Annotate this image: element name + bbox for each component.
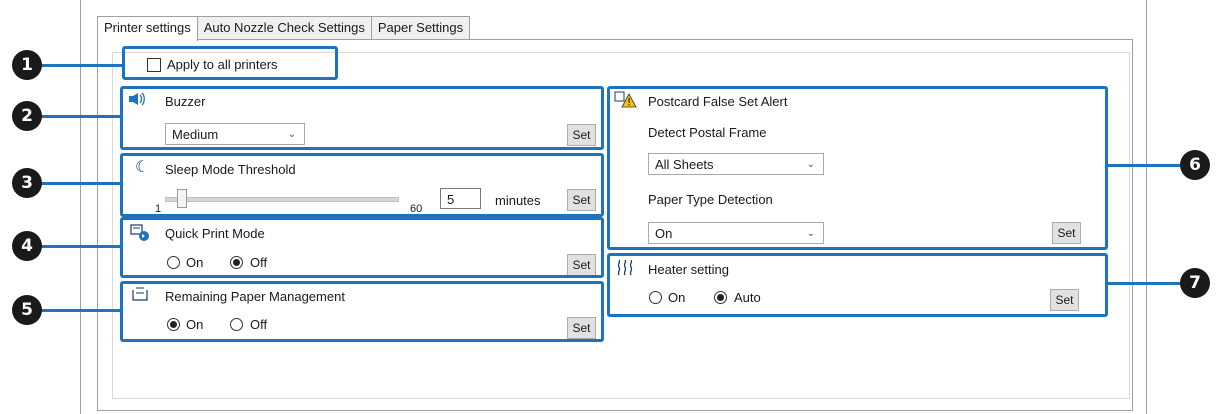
right-frame-line — [1146, 0, 1147, 414]
tab-paper-settings[interactable]: Paper Settings — [370, 16, 471, 39]
callout-badge-3: 3 — [12, 168, 42, 198]
tab-bar: Printer settings Auto Nozzle Check Setti… — [97, 16, 471, 41]
callout-leader-4 — [40, 245, 120, 248]
callout-badge-1: 1 — [12, 50, 42, 80]
callout-badge-5: 5 — [12, 295, 42, 325]
callout-box-6 — [607, 86, 1108, 250]
callout-leader-2 — [40, 115, 120, 118]
tab-auto-nozzle-check[interactable]: Auto Nozzle Check Settings — [196, 16, 372, 39]
callout-leader-3 — [40, 182, 120, 185]
callout-leader-6 — [1105, 164, 1185, 167]
callout-badge-2: 2 — [12, 101, 42, 131]
callout-leader-1 — [40, 64, 122, 67]
left-frame-line — [80, 0, 81, 414]
callout-badge-6: 6 — [1180, 150, 1210, 180]
callout-badge-4: 4 — [12, 231, 42, 261]
callout-box-7 — [607, 253, 1108, 317]
callout-box-2 — [120, 86, 604, 150]
callout-box-1 — [122, 46, 338, 80]
callout-box-3 — [120, 153, 604, 217]
callout-box-5 — [120, 281, 604, 342]
callout-box-4 — [120, 217, 604, 278]
callout-leader-7 — [1105, 282, 1185, 285]
callout-badge-7: 7 — [1180, 268, 1210, 298]
callout-leader-5 — [40, 309, 120, 312]
tab-printer-settings[interactable]: Printer settings — [97, 16, 198, 41]
